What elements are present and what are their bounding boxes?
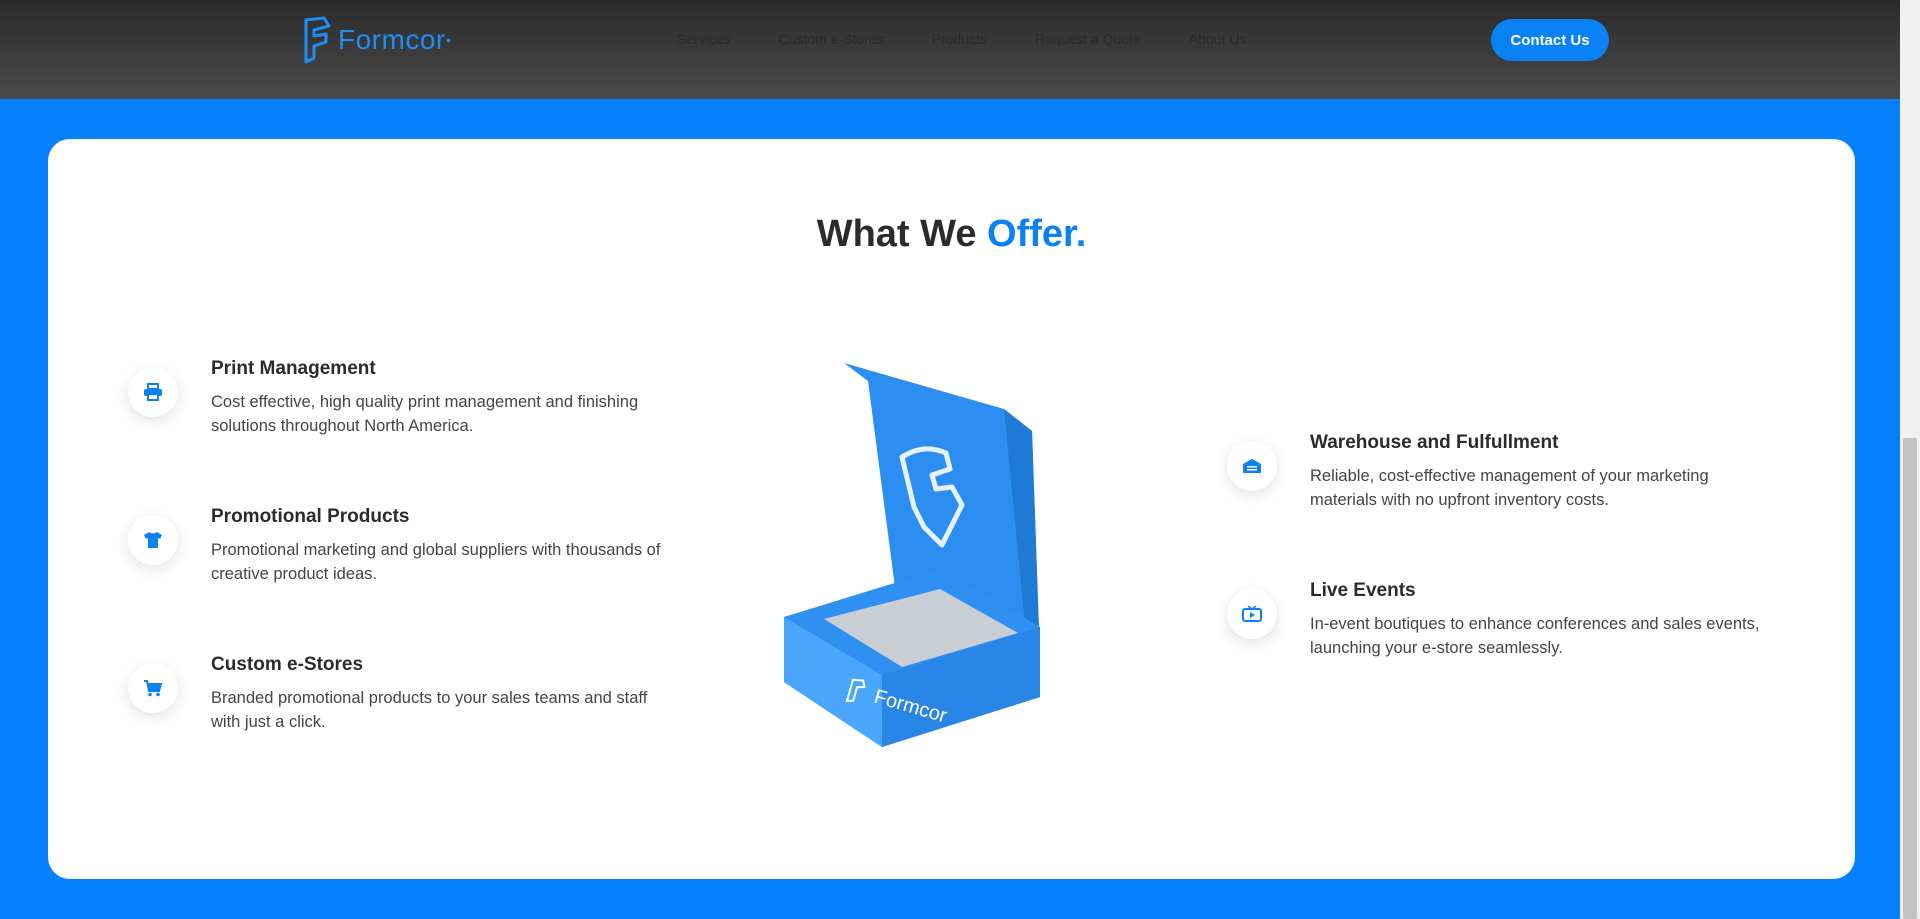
feature-desc: Promotional marketing and global supplie… <box>211 541 661 583</box>
feature-title: Print Management <box>211 358 376 379</box>
formcor-box-image: Formcor <box>784 363 1040 747</box>
cart-icon <box>128 663 178 713</box>
nav-about-us[interactable]: About Us <box>1189 31 1247 47</box>
tv-play-icon <box>1227 589 1277 639</box>
nav-custom-estores[interactable]: Custom e-Stores <box>779 31 884 47</box>
feature-desc: Reliable, cost-effective management of y… <box>1310 467 1709 509</box>
nav-request-quote[interactable]: Request a Quote <box>1035 31 1141 47</box>
heading-accent: Offer. <box>987 213 1087 255</box>
section-heading: What We Offer. <box>48 213 1855 256</box>
warehouse-icon <box>1227 441 1277 491</box>
site-header: Formcor ● Services Custom e-Stores Produc… <box>0 0 1900 99</box>
feature-desc: In-event boutiques to enhance conference… <box>1310 615 1760 657</box>
logo[interactable]: Formcor ● <box>302 16 451 64</box>
printer-icon <box>128 367 178 417</box>
offer-section: What We Offer. Print Management Cost eff… <box>48 139 1855 879</box>
nav-services[interactable]: Services <box>677 31 731 47</box>
brand-name: Formcor <box>338 24 446 55</box>
feature-title: Custom e-Stores <box>211 654 364 675</box>
contact-us-button[interactable]: Contact Us <box>1491 19 1609 61</box>
heading-main: What We <box>816 213 977 255</box>
main-nav: Services Custom e-Stores Products Reques… <box>677 31 1246 47</box>
feature-title: Warehouse and Fulfullment <box>1310 432 1559 453</box>
vertical-scrollbar[interactable] <box>1900 0 1920 919</box>
nav-products[interactable]: Products <box>932 31 987 47</box>
feature-title: Live Events <box>1310 580 1416 601</box>
formcor-logo-icon <box>304 16 331 64</box>
scrollbar-thumb[interactable] <box>1903 438 1917 919</box>
feature-title: Promotional Products <box>211 506 410 527</box>
feature-desc: Branded promotional products to your sal… <box>211 689 648 731</box>
feature-desc: Cost effective, high quality print manag… <box>211 393 639 435</box>
registered-mark: ● <box>445 35 452 45</box>
tshirt-icon <box>128 515 178 565</box>
